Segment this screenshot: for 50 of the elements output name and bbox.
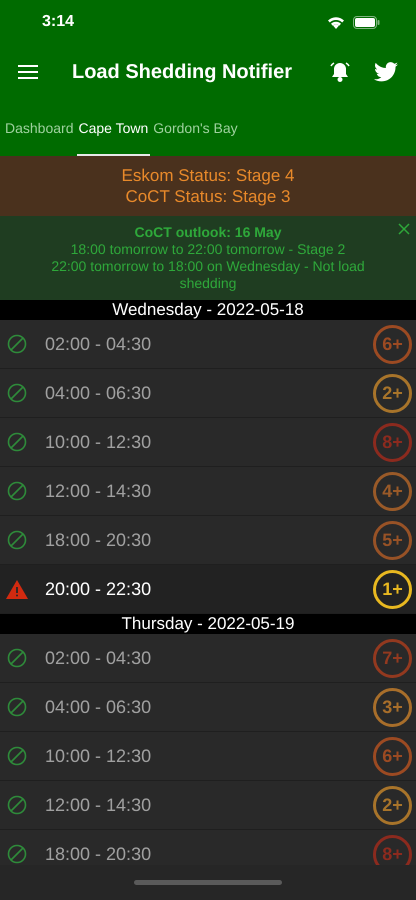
no-entry-icon [7,648,27,668]
stage-badge: 6+ [373,736,412,776]
time-range: 04:00 - 06:30 [45,696,152,718]
outlook-title: CoCT outlook: 16 May [134,224,282,241]
stage-badge: 7+ [373,638,412,678]
no-entry-icon [7,795,27,815]
time-range: 10:00 - 12:30 [45,430,152,454]
no-entry-icon [7,530,27,550]
wifi-icon [327,16,345,28]
stage-badge: 2+ [373,786,412,824]
day-heading: Wednesday - 2022-05-18 [112,300,304,320]
status-text: CoCT Status: Stage 3 [125,186,291,207]
status-time: 3:14 [42,12,74,32]
status-text: Eskom Status: Stage 4 [122,165,294,186]
no-entry-icon [7,746,27,766]
stage-badge: 2+ [373,374,412,412]
no-entry-icon [7,844,27,864]
outlook-line: 22:00 tomorrow to 18:00 on Wednesday - Not load shedding [50,258,366,292]
bell-icon[interactable] [328,61,352,83]
stage-badge: 8+ [373,422,412,462]
warning-icon [6,580,28,598]
no-entry-icon [7,334,27,354]
tab[interactable]: Gordon's Bay [152,100,239,156]
time-range: 18:00 - 20:30 [45,528,152,552]
no-entry-icon [7,481,27,501]
day-heading: Thursday - 2022-05-19 [122,614,294,634]
stage-badge: 5+ [373,520,412,560]
app-title: Load Shedding Notifier [72,60,292,85]
stage-badge: 4+ [373,472,412,510]
time-range: 02:00 - 04:30 [45,646,152,670]
menu-icon[interactable] [18,65,38,79]
battery-icon [353,16,380,28]
time-range: 18:00 - 20:30 [45,842,152,865]
stage-badge: 1+ [373,570,412,608]
time-range: 10:00 - 12:30 [45,744,152,768]
time-range: 04:00 - 06:30 [45,382,152,404]
time-range: 12:00 - 14:30 [45,480,152,502]
time-range: 12:00 - 14:30 [45,794,152,816]
no-entry-icon [7,697,27,717]
outlook-line: 18:00 tomorrow to 22:00 tomorrow - Stage 2 [70,241,346,258]
stage-badge: 3+ [373,688,412,726]
schedule-row[interactable]: 20:00 - 22:30 1+ [0,565,416,614]
no-entry-icon [7,432,27,452]
time-range: 20:00 - 22:30 [45,578,152,600]
close-icon[interactable] [398,223,410,235]
bird-icon[interactable] [374,62,398,82]
stage-badge: 6+ [373,324,412,364]
time-range: 02:00 - 04:30 [45,332,152,356]
no-entry-icon [7,383,27,403]
tab[interactable]: Dashboard [4,100,74,156]
